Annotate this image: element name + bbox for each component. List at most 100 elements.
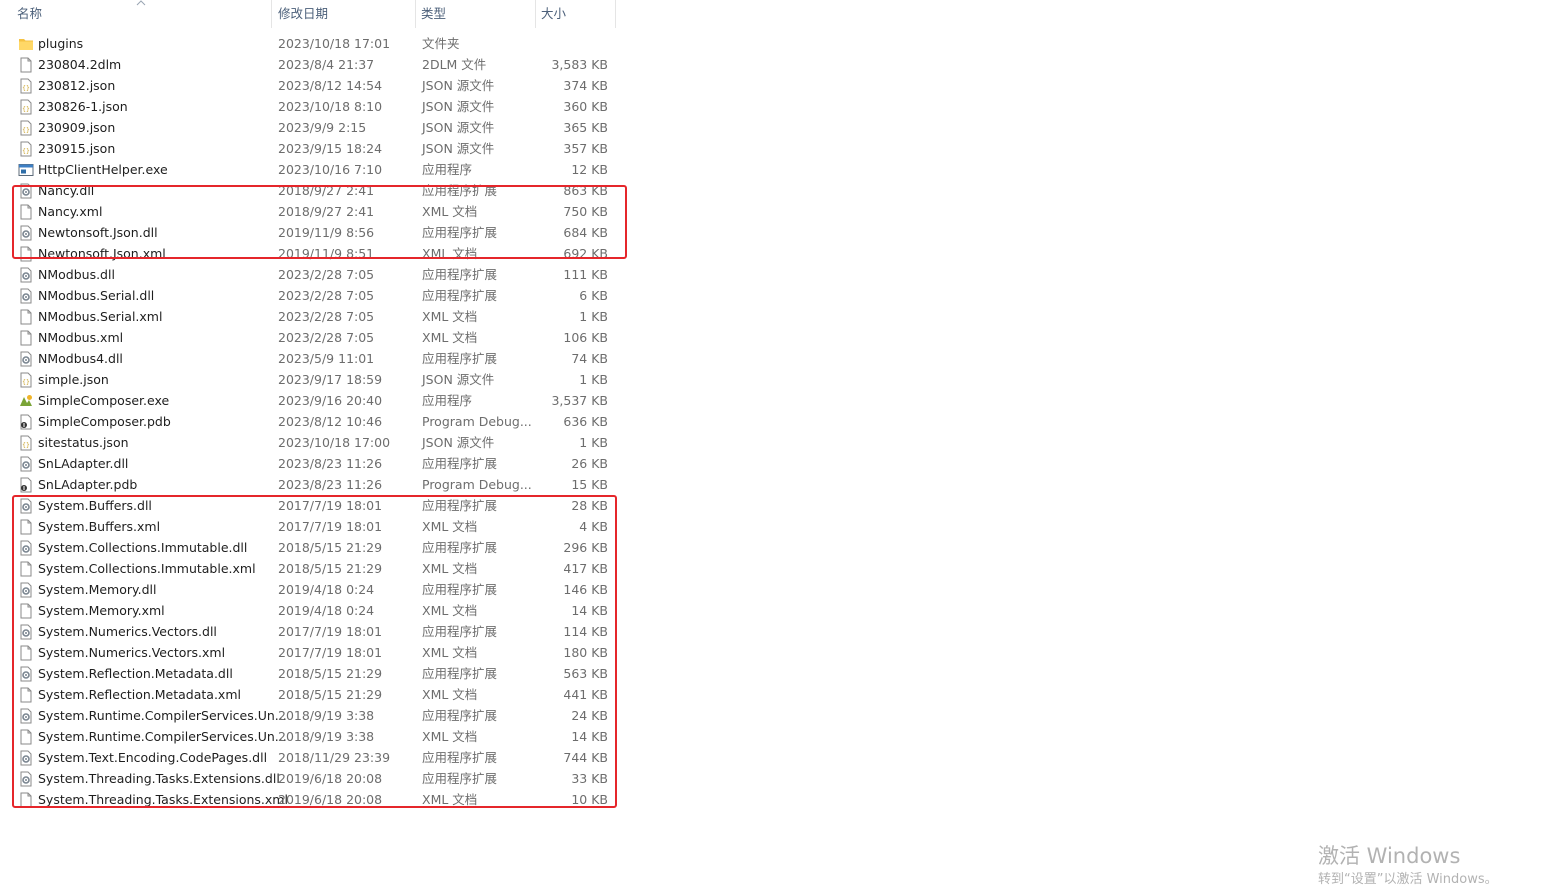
file-name: 230812.json xyxy=(38,78,116,93)
file-row[interactable]: {} 230909.json 2023/9/9 2:15 JSON 源文件 365 KB xyxy=(0,117,616,138)
file-type: 应用程序扩展 xyxy=(422,666,498,681)
file-row[interactable]: Newtonsoft.Json.dll 2019/11/9 8:56 应用程序扩展 6… xyxy=(0,222,616,243)
file-icon xyxy=(18,309,34,325)
file-modified-date: 2018/5/15 21:29 xyxy=(278,561,383,576)
dll-gear-icon xyxy=(18,183,34,199)
file-row[interactable]: System.Reflection.Metadata.dll 2018/5/15 … xyxy=(0,663,616,684)
file-row[interactable]: NModbus.dll 2023/2/28 7:05 应用程序扩展 111 KB xyxy=(0,264,616,285)
file-row[interactable]: Newtonsoft.Json.xml 2019/11/9 8:51 XML 文档 6… xyxy=(0,243,616,264)
file-row[interactable]: {} sitestatus.json 2023/10/18 17:00 JSON 源文… xyxy=(0,432,616,453)
file-type: 应用程序扩展 xyxy=(422,708,498,723)
file-size: 14 KB xyxy=(571,729,608,744)
file-size: 3,537 KB xyxy=(551,393,608,408)
file-row[interactable]: System.Numerics.Vectors.xml 2017/7/19 18:… xyxy=(0,642,616,663)
file-modified-date: 2017/7/19 18:01 xyxy=(278,498,383,513)
file-icon xyxy=(18,519,34,535)
file-size: 296 KB xyxy=(563,540,608,555)
file-modified-date: 2018/5/15 21:29 xyxy=(278,666,383,681)
file-type: 应用程序 xyxy=(422,393,473,408)
file-size: 15 KB xyxy=(571,477,608,492)
file-type: JSON 源文件 xyxy=(422,141,495,156)
column-header-date[interactable]: 修改日期 xyxy=(278,0,328,28)
file-row[interactable]: System.Text.Encoding.CodePages.dll 2018/1… xyxy=(0,747,616,768)
file-row[interactable]: NModbus.xml 2023/2/28 7:05 XML 文档 106 KB xyxy=(0,327,616,348)
file-modified-date: 2023/10/16 7:10 xyxy=(278,162,383,177)
file-row[interactable]: {} 230826-1.json 2023/10/18 8:10 JSON 源文件 36… xyxy=(0,96,616,117)
file-size: 1 KB xyxy=(579,309,608,324)
file-type: 应用程序扩展 xyxy=(422,498,498,513)
file-size: 360 KB xyxy=(563,99,608,114)
column-header-type[interactable]: 类型 xyxy=(421,0,446,28)
file-row[interactable]: {} 230915.json 2023/9/15 18:24 JSON 源文件 357 … xyxy=(0,138,616,159)
file-modified-date: 2023/2/28 7:05 xyxy=(278,309,375,324)
file-row[interactable]: System.Memory.xml 2019/4/18 0:24 XML 文档 14 … xyxy=(0,600,616,621)
file-row[interactable]: System.Numerics.Vectors.dll 2017/7/19 18:… xyxy=(0,621,616,642)
column-divider[interactable] xyxy=(271,0,272,28)
file-row[interactable]: System.Memory.dll 2019/4/18 0:24 应用程序扩展 146… xyxy=(0,579,616,600)
file-name: System.Collections.Immutable.dll xyxy=(38,540,248,555)
file-row[interactable]: System.Collections.Immutable.xml 2018/5/1… xyxy=(0,558,616,579)
file-size: 14 KB xyxy=(571,603,608,618)
svg-text:{}: {} xyxy=(22,379,30,386)
column-divider[interactable] xyxy=(535,0,536,28)
file-size: 180 KB xyxy=(563,645,608,660)
file-row[interactable]: NModbus4.dll 2023/5/9 11:01 应用程序扩展 74 KB xyxy=(0,348,616,369)
file-size: 24 KB xyxy=(571,708,608,723)
file-name: HttpClientHelper.exe xyxy=(38,162,168,177)
svg-text:{}: {} xyxy=(22,106,30,113)
file-row[interactable]: System.Reflection.Metadata.xml 2018/5/15 … xyxy=(0,684,616,705)
column-header-size[interactable]: 大小 xyxy=(541,0,566,28)
file-modified-date: 2018/9/19 3:38 xyxy=(278,729,375,744)
file-size: 3,583 KB xyxy=(551,57,608,72)
pdb-file-icon xyxy=(18,477,34,493)
column-divider[interactable] xyxy=(615,0,616,28)
file-row[interactable]: HttpClientHelper.exe 2023/10/16 7:10 应用程序 1… xyxy=(0,159,616,180)
file-row[interactable]: SnLAdapter.pdb 2023/8/23 11:26 Program Deb… xyxy=(0,474,616,495)
file-type: 应用程序扩展 xyxy=(422,771,498,786)
file-row[interactable]: System.Collections.Immutable.dll 2018/5/1… xyxy=(0,537,616,558)
file-modified-date: 2023/10/18 17:01 xyxy=(278,36,391,51)
file-modified-date: 2023/8/12 14:54 xyxy=(278,78,383,93)
file-row[interactable]: SimpleComposer.exe 2023/9/16 20:40 应用程序 3,5… xyxy=(0,390,616,411)
file-row[interactable]: plugins 2023/10/18 17:01 文件夹 xyxy=(0,33,616,54)
file-row[interactable]: {} simple.json 2023/9/17 18:59 JSON 源文件 1 KB xyxy=(0,369,616,390)
column-header-name[interactable]: 名称 xyxy=(17,0,42,28)
file-name: 230826-1.json xyxy=(38,99,128,114)
file-type: JSON 源文件 xyxy=(422,99,495,114)
file-name: System.Reflection.Metadata.dll xyxy=(38,666,233,681)
file-name: SnLAdapter.pdb xyxy=(38,477,138,492)
file-name: System.Runtime.CompilerServices.Un... xyxy=(38,729,287,744)
file-row[interactable]: SnLAdapter.dll 2023/8/23 11:26 应用程序扩展 26 KB xyxy=(0,453,616,474)
file-type: XML 文档 xyxy=(422,645,478,660)
file-type: XML 文档 xyxy=(422,603,478,618)
file-size: 563 KB xyxy=(563,666,608,681)
file-modified-date: 2023/9/9 2:15 xyxy=(278,120,367,135)
file-row[interactable]: NModbus.Serial.dll 2023/2/28 7:05 应用程序扩展 6 … xyxy=(0,285,616,306)
file-type: XML 文档 xyxy=(422,309,478,324)
file-modified-date: 2017/7/19 18:01 xyxy=(278,624,383,639)
json-file-icon: {} xyxy=(18,78,34,94)
file-size: 863 KB xyxy=(563,183,608,198)
file-type: JSON 源文件 xyxy=(422,78,495,93)
file-row[interactable]: SimpleComposer.pdb 2023/8/12 10:46 Program… xyxy=(0,411,616,432)
file-name: 230909.json xyxy=(38,120,116,135)
file-row[interactable]: NModbus.Serial.xml 2023/2/28 7:05 XML 文档 1 … xyxy=(0,306,616,327)
file-type: Program Debug... xyxy=(422,477,532,492)
file-row[interactable]: System.Buffers.xml 2017/7/19 18:01 XML 文档 4… xyxy=(0,516,616,537)
svg-text:{}: {} xyxy=(22,148,30,155)
svg-text:{}: {} xyxy=(22,127,30,134)
file-row[interactable]: System.Runtime.CompilerServices.Un... 201… xyxy=(0,705,616,726)
file-size: 744 KB xyxy=(563,750,608,765)
file-row[interactable]: System.Threading.Tasks.Extensions.xml 201… xyxy=(0,789,616,810)
dll-gear-icon xyxy=(18,351,34,367)
file-row[interactable]: System.Threading.Tasks.Extensions.dll 201… xyxy=(0,768,616,789)
dll-gear-icon xyxy=(18,771,34,787)
file-row[interactable]: 230804.2dlm 2023/8/4 21:37 2DLM 文件 3,583 KB xyxy=(0,54,616,75)
column-divider[interactable] xyxy=(415,0,416,28)
file-row[interactable]: {} 230812.json 2023/8/12 14:54 JSON 源文件 374 … xyxy=(0,75,616,96)
file-icon xyxy=(18,561,34,577)
file-row[interactable]: System.Buffers.dll 2017/7/19 18:01 应用程序扩展 2… xyxy=(0,495,616,516)
file-row[interactable]: System.Runtime.CompilerServices.Un... 201… xyxy=(0,726,616,747)
file-row[interactable]: Nancy.dll 2018/9/27 2:41 应用程序扩展 863 KB xyxy=(0,180,616,201)
file-row[interactable]: Nancy.xml 2018/9/27 2:41 XML 文档 750 KB xyxy=(0,201,616,222)
